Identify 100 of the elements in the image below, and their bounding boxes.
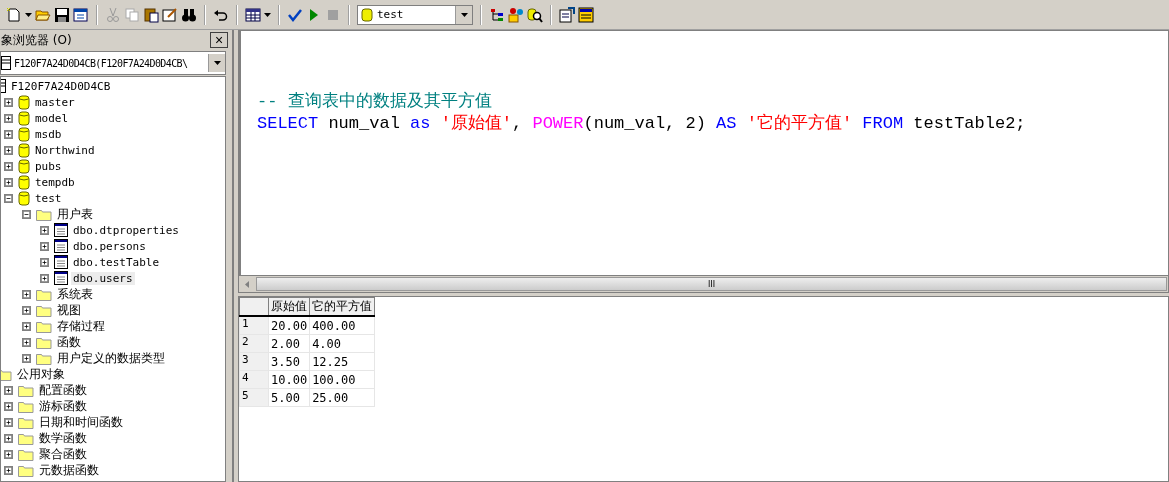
server-dropdown[interactable]: F120F7A24D0D4CB(F120F7A24D0D4CB\ <box>0 51 226 75</box>
edit-icon[interactable] <box>162 6 178 23</box>
tree-item[interactable]: 用户定义的数据类型 <box>55 349 167 367</box>
grid-icon[interactable] <box>245 6 261 23</box>
dropdown-arrow-icon[interactable] <box>264 12 271 17</box>
code-line: SELECT num_val as '原始值', POWER(num_val, 2) AS '它的平方值' FROM testTable2; <box>257 113 1027 135</box>
scroll-left-icon[interactable] <box>245 280 249 288</box>
tree-item[interactable]: 函数 <box>55 333 83 351</box>
table-icon <box>54 271 68 285</box>
tree-item[interactable]: 配置函数 <box>37 381 89 399</box>
expander-icon[interactable] <box>40 241 49 251</box>
table-cell: 100.00 <box>309 370 375 389</box>
expander-icon[interactable] <box>4 401 13 411</box>
objects-icon[interactable] <box>508 6 524 23</box>
database-icon <box>18 142 30 158</box>
tree-item[interactable]: 聚合函数 <box>37 445 89 463</box>
tree-item[interactable]: dbo.dtproperties <box>71 223 181 237</box>
table-cell: 12.25 <box>309 352 375 371</box>
expander-icon[interactable] <box>22 337 31 347</box>
expander-icon[interactable] <box>22 289 31 299</box>
folder-icon <box>36 319 52 333</box>
table-cell: 3.50 <box>268 352 310 371</box>
expander-icon[interactable] <box>40 273 49 283</box>
close-button[interactable]: × <box>210 32 228 48</box>
tree-item[interactable]: 数学函数 <box>37 429 89 447</box>
expander-icon[interactable] <box>4 177 13 187</box>
folder-icon <box>36 207 52 221</box>
window-icon[interactable] <box>73 6 89 23</box>
tree-item[interactable]: dbo.persons <box>71 239 148 253</box>
search-icon[interactable] <box>527 6 543 23</box>
tree-item[interactable]: 元数据函数 <box>37 461 101 479</box>
folder-icon <box>18 399 34 413</box>
save-icon[interactable] <box>54 6 70 23</box>
tree-item[interactable]: model <box>33 111 71 125</box>
expander-icon[interactable] <box>4 417 13 427</box>
dropdown-arrow-icon[interactable] <box>25 12 32 17</box>
tree-item[interactable]: pubs <box>33 159 64 173</box>
expander-icon[interactable] <box>4 161 13 171</box>
table-cell: 400.00 <box>309 316 375 335</box>
expander-icon[interactable] <box>4 129 13 139</box>
folder-icon <box>18 463 34 477</box>
table-icon <box>54 255 68 269</box>
results-grid-icon[interactable] <box>578 6 594 23</box>
folder-icon <box>36 351 52 365</box>
expander-icon[interactable] <box>4 385 13 395</box>
properties-icon[interactable] <box>559 6 575 23</box>
expander-icon[interactable] <box>4 145 13 155</box>
table-cell: 5.00 <box>268 388 310 407</box>
tree-item[interactable]: 用户表 <box>55 205 95 223</box>
tree-item[interactable]: 游标函数 <box>37 397 89 415</box>
expander-icon[interactable] <box>22 209 31 219</box>
expander-icon[interactable] <box>4 465 13 475</box>
code-line: -- 查询表中的数据及其平方值 <box>257 91 493 113</box>
expander-icon[interactable] <box>4 449 13 459</box>
tree-item[interactable]: master <box>33 95 77 109</box>
expander-icon[interactable] <box>4 433 13 443</box>
panel-title: 象浏览器 (O) <box>1 31 72 49</box>
tree-item[interactable]: F120F7A24D0D4CB <box>9 79 113 93</box>
tree-item[interactable]: test <box>33 191 64 205</box>
expander-icon[interactable] <box>4 193 13 203</box>
expander-icon[interactable] <box>22 321 31 331</box>
table-cell: 10.00 <box>268 370 310 389</box>
table-cell: 4.00 <box>309 334 375 353</box>
table-icon <box>54 239 68 253</box>
tree-item[interactable]: 公用对象 <box>15 365 67 383</box>
table-cell: 20.00 <box>268 316 310 335</box>
expander-icon[interactable] <box>22 305 31 315</box>
expander-icon[interactable] <box>22 353 31 363</box>
folder-icon <box>18 415 34 429</box>
tree-item[interactable]: dbo.users <box>71 271 135 285</box>
tree-item[interactable]: msdb <box>33 127 64 141</box>
database-icon <box>18 190 30 206</box>
table-icon <box>54 223 68 237</box>
folder-icon <box>18 447 34 461</box>
tree-item[interactable]: 视图 <box>55 301 83 319</box>
expander-icon[interactable] <box>4 113 13 123</box>
expander-icon[interactable] <box>40 225 49 235</box>
tree-item[interactable]: 日期和时间函数 <box>37 413 125 431</box>
dropdown-arrow-icon[interactable] <box>460 12 468 17</box>
database-dropdown[interactable]: test <box>357 4 473 25</box>
new-document-icon[interactable] <box>6 6 22 23</box>
folder-icon <box>18 383 34 397</box>
folder-icon <box>36 287 52 301</box>
tree-item[interactable]: tempdb <box>33 175 77 189</box>
expander-icon[interactable] <box>40 257 49 267</box>
dropdown-arrow-icon[interactable] <box>213 61 221 65</box>
tree-item[interactable]: 系统表 <box>55 285 95 303</box>
binoculars-icon[interactable] <box>181 6 197 23</box>
column-header[interactable]: 它的平方值 <box>309 297 375 316</box>
object-tree-icon[interactable] <box>489 6 505 23</box>
database-icon <box>18 94 30 110</box>
tree-item[interactable]: Northwind <box>33 143 97 157</box>
database-icon <box>361 6 373 23</box>
paste-icon[interactable] <box>143 6 159 23</box>
table-cell: 2.00 <box>268 334 310 353</box>
expander-icon[interactable] <box>4 97 13 107</box>
column-header[interactable]: 原始值 <box>268 297 310 316</box>
tree-item[interactable]: dbo.testTable <box>71 255 162 269</box>
tree-item[interactable]: 存储过程 <box>55 317 107 335</box>
scrollbar-thumb[interactable]: III <box>256 277 1167 291</box>
